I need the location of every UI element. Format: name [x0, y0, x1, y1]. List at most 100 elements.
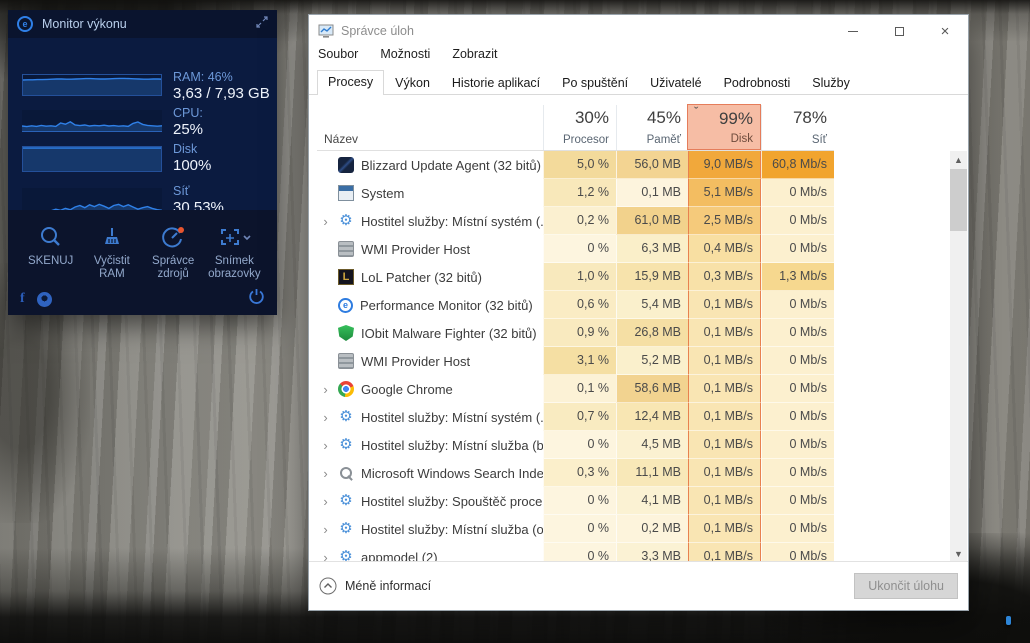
- vertical-scrollbar[interactable]: ▲ ▼: [950, 151, 967, 562]
- close-button[interactable]: ×: [922, 15, 968, 47]
- process-row[interactable]: ›Microsoft Windows Search Inde...0,3 %11…: [317, 459, 834, 487]
- process-name: System: [361, 186, 404, 201]
- expand-chevron-icon[interactable]: ›: [317, 466, 334, 481]
- process-name-cell: ePerformance Monitor (32 bitů): [317, 291, 543, 319]
- system-icon: [338, 185, 354, 201]
- community-icon[interactable]: [37, 292, 52, 307]
- column-header-network[interactable]: 78% Síť: [761, 105, 834, 150]
- tab-details[interactable]: Podrobnosti: [713, 71, 802, 95]
- disk-cell: 0,1 MB/s: [688, 487, 761, 515]
- less-info-icon[interactable]: [319, 577, 337, 595]
- process-name-cell: ›⚙appmodel (2): [317, 543, 543, 562]
- tab-users[interactable]: Uživatelé: [639, 71, 712, 95]
- process-row[interactable]: ›⚙Hostitel služby: Spouštěč proce...0 %4…: [317, 487, 834, 515]
- clean-ram-label: Vyčistit RAM: [81, 255, 142, 281]
- process-row[interactable]: WMI Provider Host0 %6,3 MB0,4 MB/s0 Mb/s: [317, 235, 834, 263]
- process-name-cell: Blizzard Update Agent (32 bitů): [317, 151, 543, 179]
- process-row[interactable]: Blizzard Update Agent (32 bitů)5,0 %56,0…: [317, 151, 834, 179]
- process-row[interactable]: ›⚙appmodel (2)0 %3,3 MB0,1 MB/s0 Mb/s: [317, 543, 834, 562]
- facebook-icon[interactable]: f: [20, 291, 25, 307]
- memory-cell: 58,6 MB: [616, 375, 688, 403]
- tab-performance[interactable]: Výkon: [384, 71, 441, 95]
- minimize-button[interactable]: [830, 15, 876, 47]
- expand-chevron-icon[interactable]: ›: [317, 494, 334, 509]
- process-row[interactable]: IObit Malware Fighter (32 bitů)0,9 %26,8…: [317, 319, 834, 347]
- process-row[interactable]: ›⚙Hostitel služby: Místní systém (...0,7…: [317, 403, 834, 431]
- process-row[interactable]: ›⚙Hostitel služby: Místní služba (b...0 …: [317, 431, 834, 459]
- process-row[interactable]: WMI Provider Host3,1 %5,2 MB0,1 MB/s0 Mb…: [317, 347, 834, 375]
- process-row[interactable]: LLoL Patcher (32 bitů)1,0 %15,9 MB0,3 MB…: [317, 263, 834, 291]
- ram-sparkline: [22, 74, 162, 96]
- cpu-cell: 0 %: [543, 543, 616, 562]
- tab-strip: Procesy Výkon Historie aplikací Po spušt…: [309, 68, 968, 95]
- process-name-cell: LLoL Patcher (32 bitů): [317, 263, 543, 291]
- end-task-button[interactable]: Ukončit úlohu: [854, 573, 958, 599]
- process-name: Hostitel služby: Místní služba (o...: [361, 522, 543, 537]
- gear-icon: ⚙: [338, 409, 354, 425]
- disk-cell: 0,1 MB/s: [688, 515, 761, 543]
- tab-processes[interactable]: Procesy: [317, 70, 384, 95]
- expand-chevron-icon[interactable]: ›: [317, 410, 334, 425]
- network-cell: 0 Mb/s: [761, 543, 834, 562]
- memory-cell: 26,8 MB: [616, 319, 688, 347]
- collapse-widget-icon[interactable]: [256, 15, 268, 33]
- memory-cell: 0,1 MB: [616, 179, 688, 207]
- cpu-cell: 0 %: [543, 235, 616, 263]
- desktop-background: e Monitor výkonu RAM: 46% 3,63 / 7,93 GB…: [0, 0, 1030, 643]
- process-name-cell: ›⚙Hostitel služby: Místní služba (b...: [317, 431, 543, 459]
- column-header-memory[interactable]: 45% Paměť: [616, 105, 688, 150]
- network-cell: 0 Mb/s: [761, 207, 834, 235]
- maximize-button[interactable]: [876, 15, 922, 47]
- scrollbar-thumb[interactable]: [950, 169, 967, 231]
- column-header-name[interactable]: Název: [317, 105, 543, 150]
- perfmon-icon: e: [338, 298, 353, 313]
- tab-app-history[interactable]: Historie aplikací: [441, 71, 551, 95]
- expand-chevron-icon[interactable]: ›: [317, 382, 334, 397]
- column-header-cpu[interactable]: 30% Procesor: [543, 105, 616, 150]
- scroll-up-icon[interactable]: ▲: [950, 151, 967, 168]
- gear-icon: ⚙: [338, 437, 354, 453]
- disk-cell: 0,1 MB/s: [688, 403, 761, 431]
- disk-sparkline: [22, 146, 162, 172]
- less-info-label[interactable]: Méně informací: [345, 579, 431, 593]
- tab-services[interactable]: Služby: [801, 71, 861, 95]
- expand-chevron-icon[interactable]: ›: [317, 522, 334, 537]
- process-name-cell: ›⚙Hostitel služby: Místní systém (...: [317, 403, 543, 431]
- scroll-down-icon[interactable]: ▼: [950, 545, 967, 562]
- tab-startup[interactable]: Po spuštění: [551, 71, 639, 95]
- minimize-icon: [848, 31, 858, 32]
- cpu-cell: 1,2 %: [543, 179, 616, 207]
- process-row[interactable]: ›⚙Hostitel služby: Místní systém (...0,2…: [317, 207, 834, 235]
- titlebar[interactable]: Správce úloh ×: [309, 15, 968, 47]
- cpu-cell: 0,2 %: [543, 207, 616, 235]
- disk-cell: 0,1 MB/s: [688, 291, 761, 319]
- disk-cell: 0,1 MB/s: [688, 543, 761, 562]
- sort-descending-icon: ˇ: [694, 104, 698, 119]
- network-cell: 0 Mb/s: [761, 347, 834, 375]
- process-row[interactable]: ›Google Chrome0,1 %58,6 MB0,1 MB/s0 Mb/s: [317, 375, 834, 403]
- process-table: Název 30% Procesor 45% Paměť ˇ 99% Disk …: [317, 105, 834, 562]
- process-row[interactable]: ›⚙Hostitel služby: Místní služba (o...0 …: [317, 515, 834, 543]
- expand-chevron-icon[interactable]: ›: [317, 214, 334, 229]
- disk-value: 100%: [173, 157, 211, 174]
- menu-view[interactable]: Zobrazit: [452, 47, 497, 68]
- menu-options[interactable]: Možnosti: [380, 47, 430, 68]
- column-header-disk[interactable]: ˇ 99% Disk: [687, 104, 761, 150]
- widget-graphs-panel: RAM: 46% 3,63 / 7,93 GB CPU: 25% Disk 10…: [8, 38, 277, 210]
- menu-bar: Soubor Možnosti Zobrazit: [309, 47, 968, 68]
- process-name-cell: System: [317, 179, 543, 207]
- resource-manager-label: Správce zdrojů: [143, 255, 204, 281]
- expand-chevron-icon[interactable]: ›: [317, 438, 334, 453]
- network-cell: 0 Mb/s: [761, 515, 834, 543]
- disk-cell: 0,4 MB/s: [688, 235, 761, 263]
- process-row[interactable]: System1,2 %0,1 MB5,1 MB/s0 Mb/s: [317, 179, 834, 207]
- power-icon[interactable]: [248, 288, 265, 310]
- process-row[interactable]: ePerformance Monitor (32 bitů)0,6 %5,4 M…: [317, 291, 834, 319]
- process-name: WMI Provider Host: [361, 242, 470, 257]
- process-name-cell: IObit Malware Fighter (32 bitů): [317, 319, 543, 347]
- network-cell: 60,8 Mb/s: [761, 151, 834, 179]
- disk-cell: 0,1 MB/s: [688, 431, 761, 459]
- widget-header: e Monitor výkonu: [8, 10, 277, 38]
- chrome-icon: [338, 381, 354, 397]
- menu-file[interactable]: Soubor: [318, 47, 358, 68]
